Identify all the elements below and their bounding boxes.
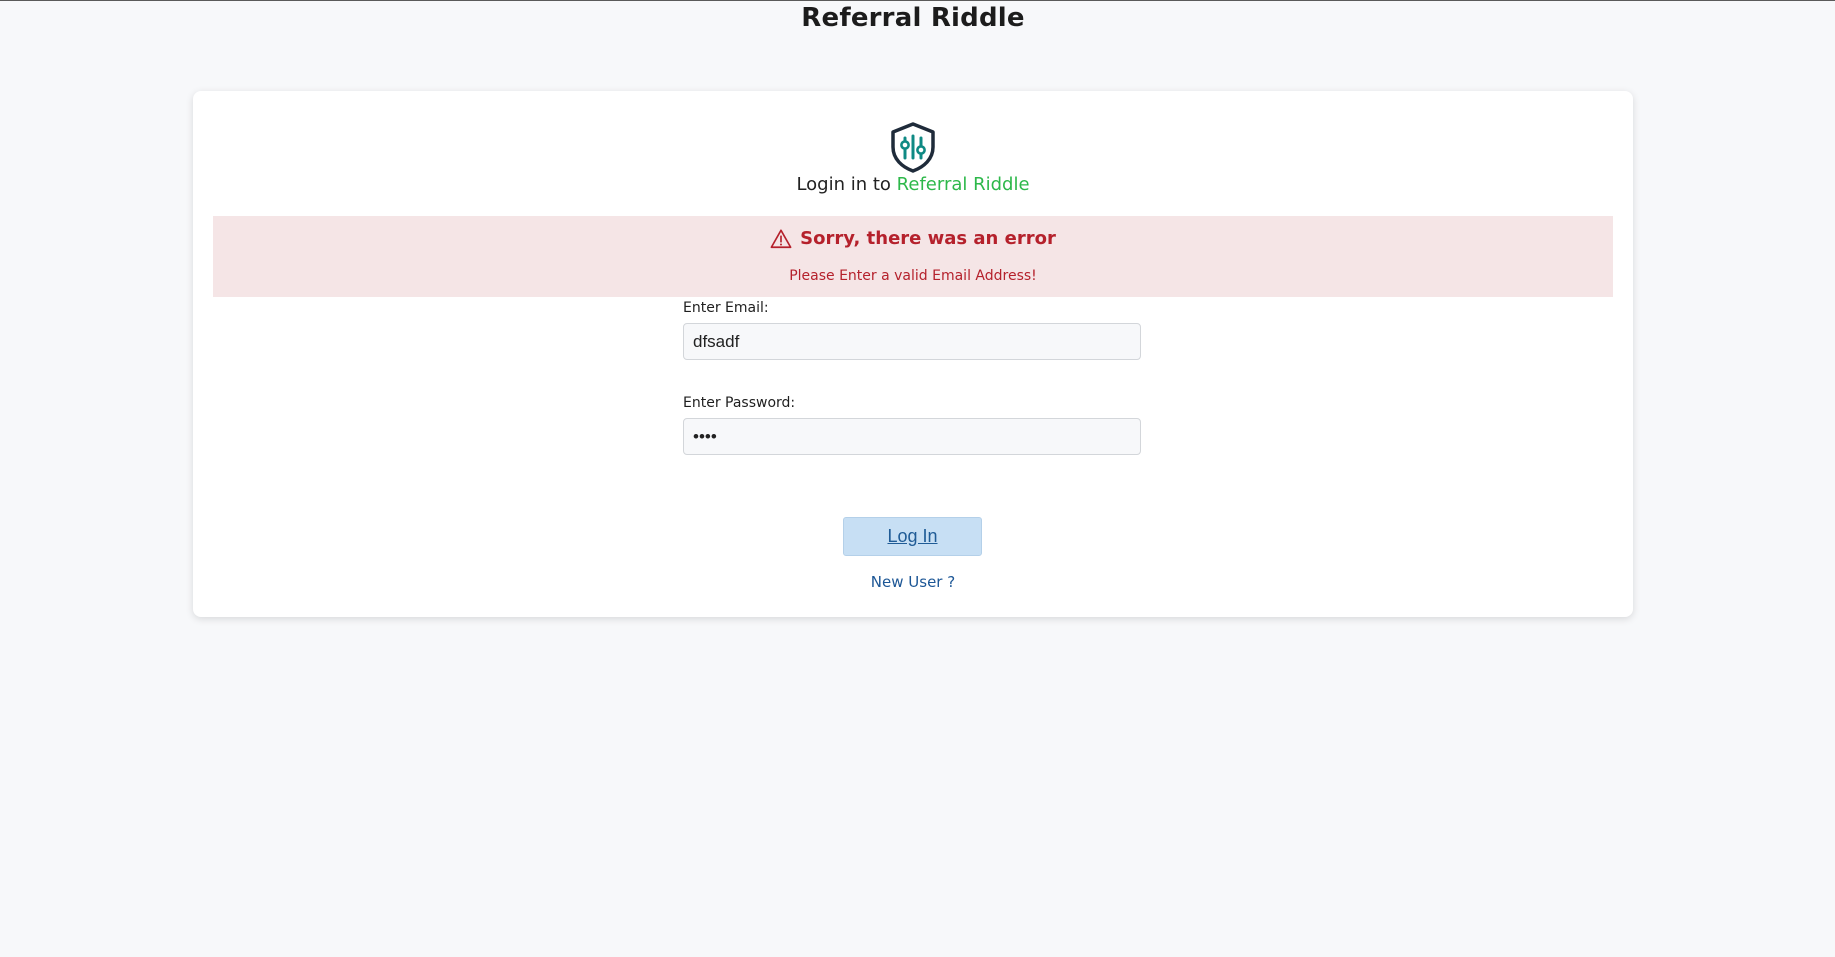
login-heading-brand: Referral Riddle bbox=[896, 174, 1030, 195]
warning-triangle-icon bbox=[770, 229, 792, 249]
login-card: Login in to Referral Riddle Sorry, there… bbox=[193, 91, 1633, 617]
new-user-link[interactable]: New User ? bbox=[193, 573, 1633, 591]
login-button[interactable]: Log In bbox=[843, 517, 982, 556]
window-top-border bbox=[0, 0, 1835, 1]
login-heading: Login in to Referral Riddle bbox=[193, 173, 1633, 197]
error-alert-title: Sorry, there was an error bbox=[800, 228, 1056, 249]
email-field[interactable] bbox=[683, 323, 1141, 360]
login-heading-prefix: Login in to bbox=[796, 174, 897, 195]
password-label: Enter Password: bbox=[683, 395, 796, 411]
error-alert-title-row: Sorry, there was an error bbox=[213, 227, 1613, 251]
error-alert: Sorry, there was an error Please Enter a… bbox=[213, 216, 1613, 297]
app-title: Referral Riddle bbox=[801, 3, 1025, 33]
error-alert-message: Please Enter a valid Email Address! bbox=[789, 268, 1037, 284]
password-field[interactable] bbox=[683, 418, 1141, 455]
shield-sliders-icon bbox=[891, 122, 935, 173]
email-label: Enter Email: bbox=[683, 300, 769, 316]
